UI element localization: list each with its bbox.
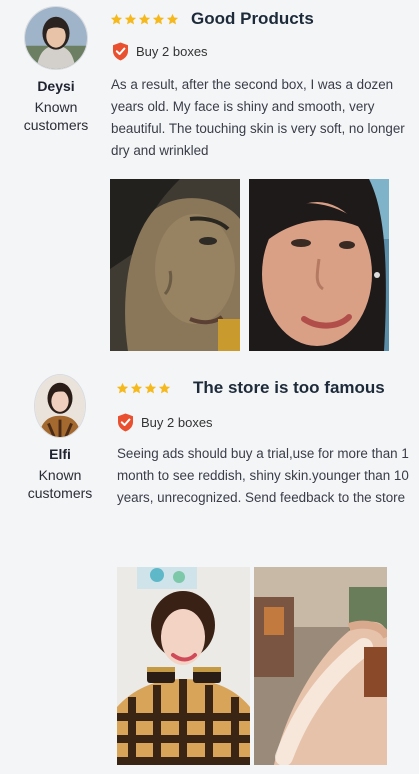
purchase-info: Buy 2 boxes — [117, 413, 213, 432]
review-photo-texture[interactable] — [254, 567, 387, 765]
star-rating — [116, 382, 171, 395]
star-icon — [158, 382, 171, 393]
rating-row: Good Products — [110, 9, 314, 29]
review-author: Elfi Known customers — [14, 374, 106, 502]
review-photo-product[interactable] — [117, 567, 250, 765]
review-text: As a result, after the second box, I was… — [111, 77, 405, 158]
purchase-label: Buy 2 boxes — [141, 415, 213, 430]
author-name: Elfi — [49, 446, 71, 462]
review-title: Good Products — [191, 9, 314, 28]
review-text: Seeing ads should buy a trial,use for mo… — [117, 446, 409, 505]
rating-row: The store is too famous — [116, 378, 385, 398]
star-icon — [110, 13, 123, 24]
star-icon — [166, 13, 179, 24]
review-card: Deysi Known customers Good Products Buy … — [0, 0, 419, 365]
review-photo-before[interactable] — [110, 179, 240, 351]
star-icon — [124, 13, 137, 24]
author-status: Known customers — [27, 467, 93, 501]
star-icon — [138, 13, 151, 24]
star-rating — [110, 13, 179, 26]
avatar[interactable] — [24, 6, 88, 70]
purchase-label: Buy 2 boxes — [136, 44, 208, 59]
star-icon — [130, 382, 143, 393]
review-card: Elfi Known customers The store is too fa… — [0, 368, 419, 774]
star-icon — [152, 13, 165, 24]
review-photo-after[interactable] — [249, 179, 389, 351]
verified-shield-icon — [113, 42, 128, 61]
review-title: The store is too famous — [193, 378, 385, 397]
avatar[interactable] — [34, 374, 86, 438]
author-name: Deysi — [37, 78, 75, 94]
purchase-info: Buy 2 boxes — [112, 42, 208, 61]
author-status: Known customers — [23, 99, 89, 133]
review-author: Deysi Known customers — [10, 6, 102, 134]
star-icon — [116, 382, 129, 393]
star-icon — [144, 382, 157, 393]
verified-shield-icon — [118, 413, 133, 432]
